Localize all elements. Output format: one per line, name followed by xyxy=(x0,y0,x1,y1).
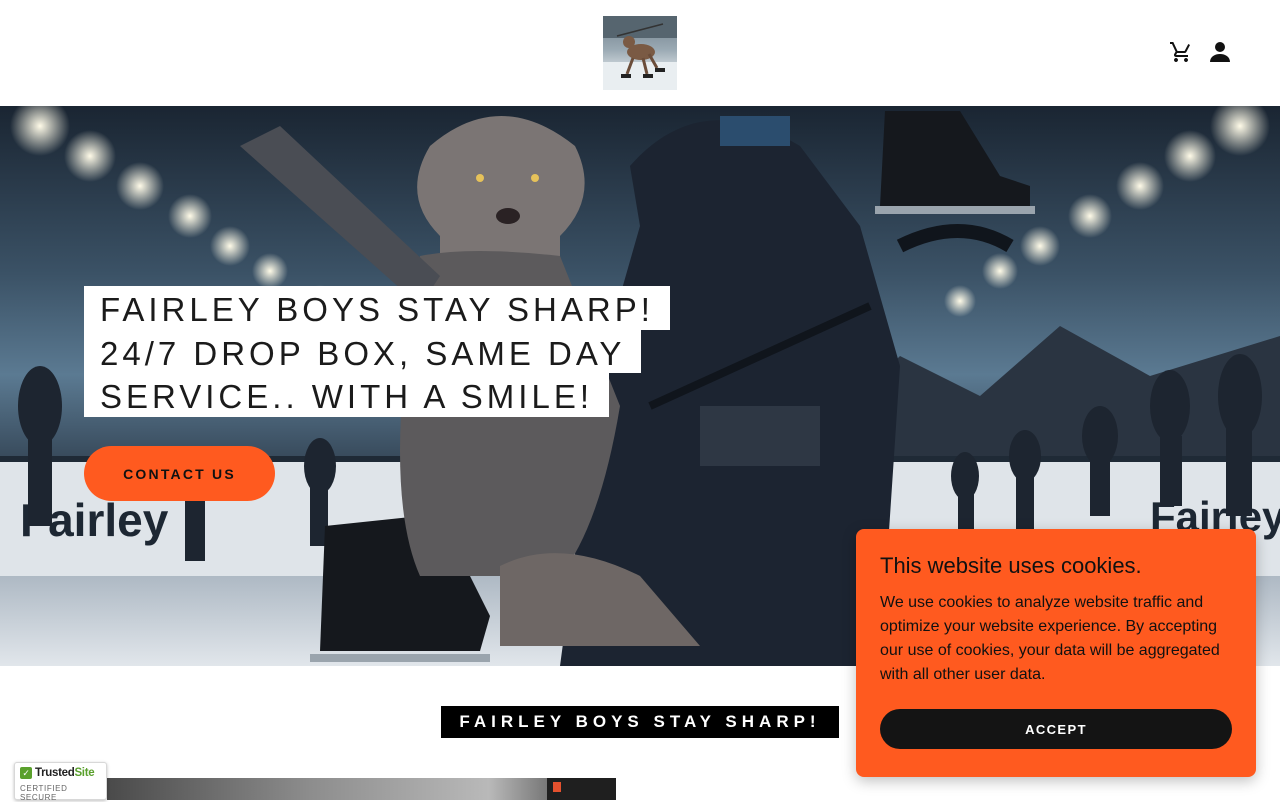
site-logo[interactable] xyxy=(603,16,677,90)
checkmark-icon: ✓ xyxy=(20,767,32,779)
ice-skate-top xyxy=(875,111,1035,214)
cookie-banner: This website uses cookies. We use cookie… xyxy=(856,529,1256,777)
user-icon[interactable] xyxy=(1208,40,1232,64)
rink-photo xyxy=(107,778,616,800)
section-title: FAIRLEY BOYS STAY SHARP! xyxy=(441,706,839,738)
trusted-site-badge[interactable]: ✓ TrustedSite CERTIFIED SECURE xyxy=(14,762,107,802)
cookie-title: This website uses cookies. xyxy=(880,553,1142,578)
hero-headline: FAIRLEY BOYS STAY SHARP! 24/7 DROP BOX, … xyxy=(84,286,670,417)
headline-line-2: 24/7 DROP BOX, SAME DAY xyxy=(84,329,642,373)
site-header xyxy=(0,0,1280,106)
cart-icon[interactable] xyxy=(1169,40,1193,64)
cookie-body: We use cookies to analyze website traffi… xyxy=(880,594,1220,683)
scoreboard-detail xyxy=(547,778,616,800)
dog-on-skates-logo-icon xyxy=(603,16,677,90)
headline-line-1: FAIRLEY BOYS STAY SHARP! xyxy=(84,286,670,330)
headline-line-3: SERVICE.. WITH A SMILE! xyxy=(84,373,609,417)
badge-tagline: CERTIFIED SECURE xyxy=(20,784,68,802)
accept-cookies-button[interactable]: ACCEPT xyxy=(880,709,1232,749)
badge-brand: TrustedSite xyxy=(35,767,95,779)
contact-us-button[interactable]: CONTACT US xyxy=(84,446,275,501)
